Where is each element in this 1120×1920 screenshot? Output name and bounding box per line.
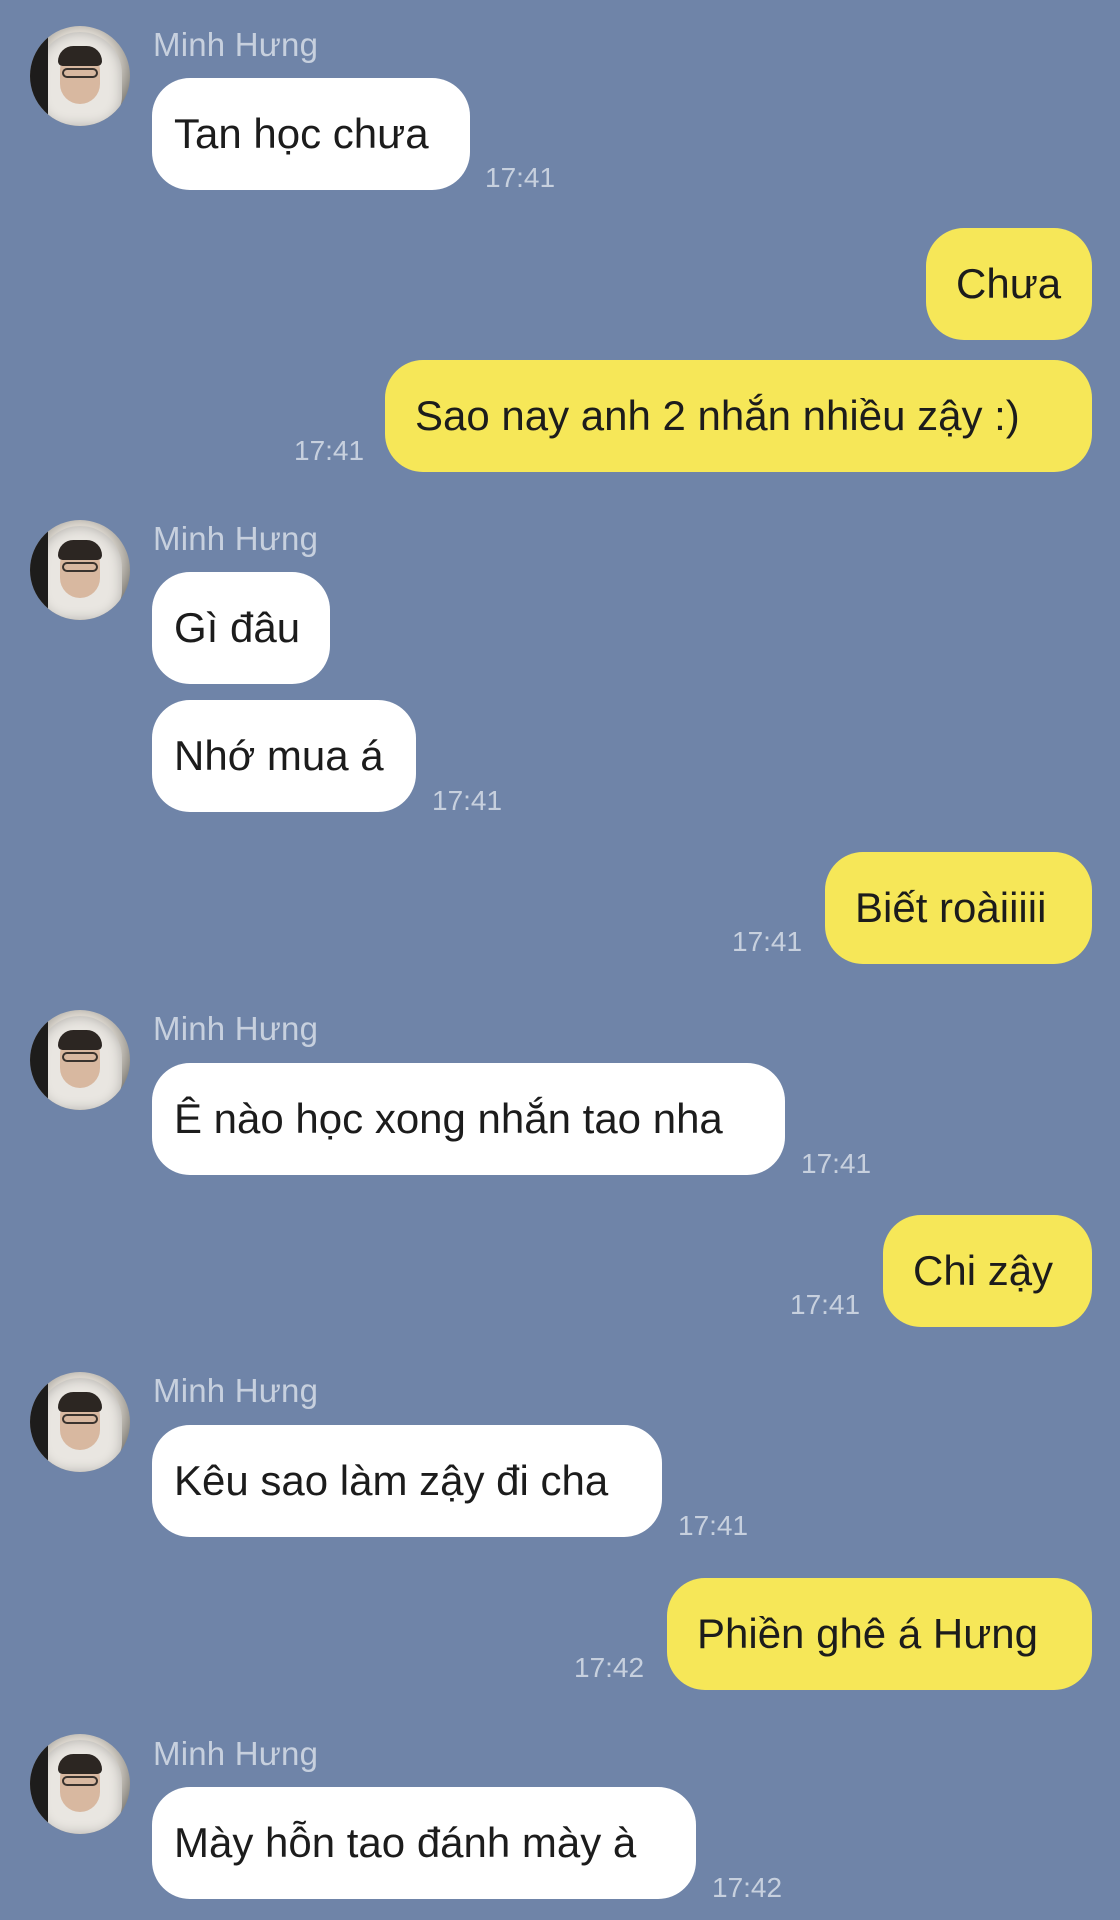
message-bubble-incoming[interactable]: Mày hỗn tao đánh mày à — [152, 1787, 696, 1899]
message-text: Nhớ mua á — [174, 732, 384, 779]
message-text: Tan học chưa — [174, 110, 429, 157]
message-text: Sao nay anh 2 nhắn nhiều zậy :) — [415, 392, 1020, 439]
sender-name: Minh Hưng — [153, 520, 319, 557]
message-text: Kêu sao làm zậy đi cha — [174, 1457, 609, 1504]
message-time: 17:41 — [432, 785, 503, 816]
message-bubble-incoming[interactable]: Kêu sao làm zậy đi cha — [152, 1425, 662, 1537]
message-time: 17:41 — [485, 162, 556, 193]
message-bubble-incoming[interactable]: Gì đâu — [152, 572, 330, 684]
sender-name: Minh Hưng — [153, 26, 319, 63]
message-time: 17:41 — [790, 1289, 861, 1320]
contact-avatar[interactable] — [30, 1372, 130, 1472]
message-time: 17:41 — [294, 435, 365, 466]
message-bubble-incoming[interactable]: Tan học chưa — [152, 78, 470, 190]
message-time: 17:41 — [732, 926, 803, 957]
contact-avatar[interactable] — [30, 1734, 130, 1834]
message-bubble-outgoing[interactable]: Chi zậy — [883, 1215, 1092, 1327]
message-time: 17:42 — [574, 1652, 645, 1683]
message-text: Chi zậy — [913, 1247, 1054, 1294]
message-bubble-outgoing[interactable]: Biết roàiiiii — [825, 852, 1092, 964]
message-text: Gì đâu — [174, 604, 301, 651]
message-text: Phiền ghê á Hưng — [697, 1610, 1039, 1657]
message-bubble-outgoing[interactable]: Phiền ghê á Hưng — [667, 1578, 1092, 1690]
sender-name: Minh Hưng — [153, 1735, 319, 1772]
message-time: 17:42 — [712, 1872, 783, 1903]
chat-thread: Minh Hưng Tan học chưa 17:41 Chưa Sao na… — [0, 0, 1120, 1920]
message-bubble-incoming[interactable]: Nhớ mua á — [152, 700, 416, 812]
contact-avatar[interactable] — [30, 1010, 130, 1110]
message-text: Chưa — [956, 260, 1062, 307]
message-bubble-incoming[interactable]: Ê nào học xong nhắn tao nha — [152, 1063, 785, 1175]
sender-name: Minh Hưng — [153, 1010, 319, 1047]
sender-name: Minh Hưng — [153, 1372, 319, 1409]
message-bubble-outgoing[interactable]: Chưa — [926, 228, 1092, 340]
message-text: Ê nào học xong nhắn tao nha — [174, 1095, 723, 1142]
contact-avatar[interactable] — [30, 26, 130, 126]
message-text: Biết roàiiiii — [855, 884, 1047, 931]
message-time: 17:41 — [801, 1148, 872, 1179]
message-time: 17:41 — [678, 1510, 749, 1541]
contact-avatar[interactable] — [30, 520, 130, 620]
message-bubble-outgoing[interactable]: Sao nay anh 2 nhắn nhiều zậy :) — [385, 360, 1092, 472]
message-text: Mày hỗn tao đánh mày à — [174, 1819, 637, 1866]
